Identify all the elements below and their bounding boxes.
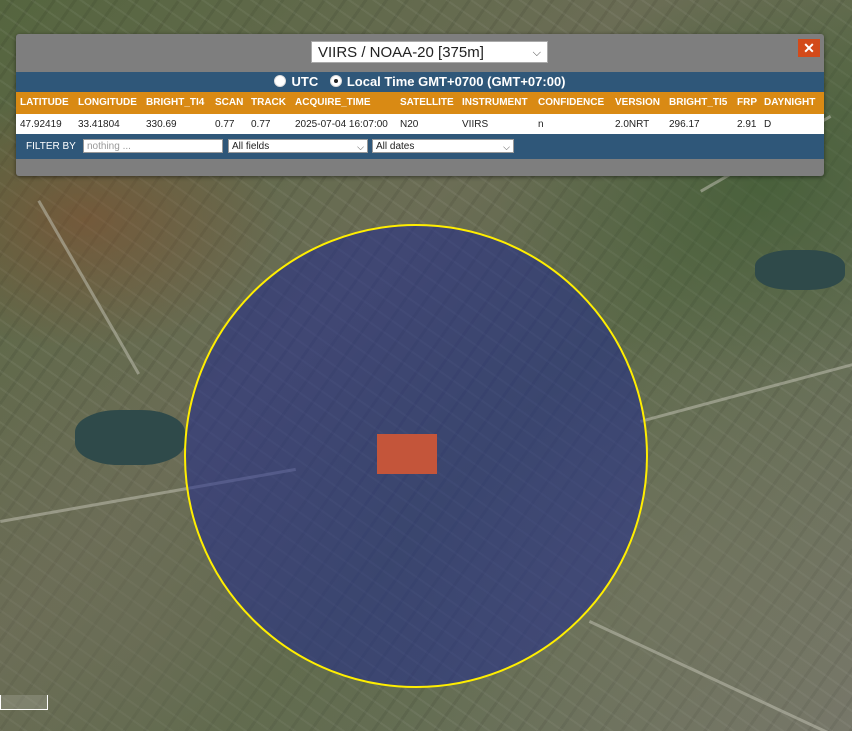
map-scale-bar xyxy=(0,695,48,710)
column-header[interactable]: ACQUIRE_TIME xyxy=(295,97,371,108)
local-time-option[interactable]: Local Time GMT+0700 (GMT+07:00) xyxy=(329,74,566,89)
map-road xyxy=(588,620,844,731)
table-cell: 2.91 xyxy=(737,119,757,130)
column-header[interactable]: FRP xyxy=(737,97,757,108)
table-cell: 2.0NRT xyxy=(615,119,650,130)
utc-option[interactable]: UTC xyxy=(274,74,321,89)
table-cell: 0.77 xyxy=(251,119,271,130)
map-road xyxy=(640,360,852,423)
table-cell: 47.92419 xyxy=(20,119,62,130)
map-lake xyxy=(75,410,185,465)
map-road xyxy=(37,200,140,375)
column-header[interactable]: VERSION xyxy=(615,97,660,108)
column-header[interactable]: CONFIDENCE xyxy=(538,97,604,108)
utc-radio[interactable] xyxy=(274,75,287,87)
column-header[interactable]: TRACK xyxy=(251,97,286,108)
column-header[interactable]: SATELLITE xyxy=(400,97,454,108)
date-select-value: All dates xyxy=(376,141,415,152)
table-cell: D xyxy=(764,119,772,130)
chevron-down-icon: ⌵ xyxy=(503,142,510,152)
filter-bar: FILTER BY nothing ... All fields ⌵ All d… xyxy=(16,134,824,159)
filter-label: FILTER BY xyxy=(26,141,76,152)
chevron-down-icon: ⌵ xyxy=(357,142,364,152)
dataset-select-value: VIIRS / NOAA-20 [375m] xyxy=(318,44,484,61)
column-header[interactable]: SCAN xyxy=(215,97,243,108)
column-header[interactable]: DAYNIGHT xyxy=(764,97,815,108)
column-header[interactable]: LONGITUDE xyxy=(78,97,137,108)
local-time-label: Local Time GMT+0700 (GMT+07:00) xyxy=(346,74,566,89)
close-icon: ✕ xyxy=(803,40,815,56)
table-cell: VIIRS xyxy=(462,119,489,130)
table-cell: n xyxy=(538,119,544,130)
column-header[interactable]: BRIGHT_TI5 xyxy=(669,97,727,108)
table-cell: 296.17 xyxy=(669,119,700,130)
close-button[interactable]: ✕ xyxy=(798,39,820,57)
date-select[interactable]: All dates ⌵ xyxy=(372,139,514,153)
table-row[interactable]: 47.92419 33.41804 330.69 0.77 0.77 2025-… xyxy=(16,114,824,134)
fire-info-panel: VIIRS / NOAA-20 [375m] ⌵ ✕ UTC Local Tim… xyxy=(16,34,824,176)
chevron-down-icon: ⌵ xyxy=(532,47,541,59)
field-select-value: All fields xyxy=(232,141,270,152)
column-header[interactable]: INSTRUMENT xyxy=(462,97,528,108)
table-cell: 2025-07-04 16:07:00 xyxy=(295,119,388,130)
table-cell: N20 xyxy=(400,119,419,130)
column-header[interactable]: LATITUDE xyxy=(20,97,69,108)
table-cell: 330.69 xyxy=(146,119,177,130)
table-cell: 0.77 xyxy=(215,119,235,130)
panel-header: VIIRS / NOAA-20 [375m] ⌵ ✕ xyxy=(16,34,824,72)
map-lake xyxy=(755,250,845,290)
local-time-radio[interactable] xyxy=(329,75,342,87)
filter-input[interactable]: nothing ... xyxy=(83,139,223,153)
field-select[interactable]: All fields ⌵ xyxy=(228,139,368,153)
table-cell: 33.41804 xyxy=(78,119,120,130)
column-header[interactable]: BRIGHT_TI4 xyxy=(146,97,204,108)
table-header-row: LATITUDE LONGITUDE BRIGHT_TI4 SCAN TRACK… xyxy=(16,92,824,114)
utc-label: UTC xyxy=(291,74,319,89)
fire-hotspot-marker[interactable] xyxy=(377,434,437,474)
dataset-select[interactable]: VIIRS / NOAA-20 [375m] ⌵ xyxy=(311,41,548,63)
timezone-bar: UTC Local Time GMT+0700 (GMT+07:00) xyxy=(16,72,824,92)
